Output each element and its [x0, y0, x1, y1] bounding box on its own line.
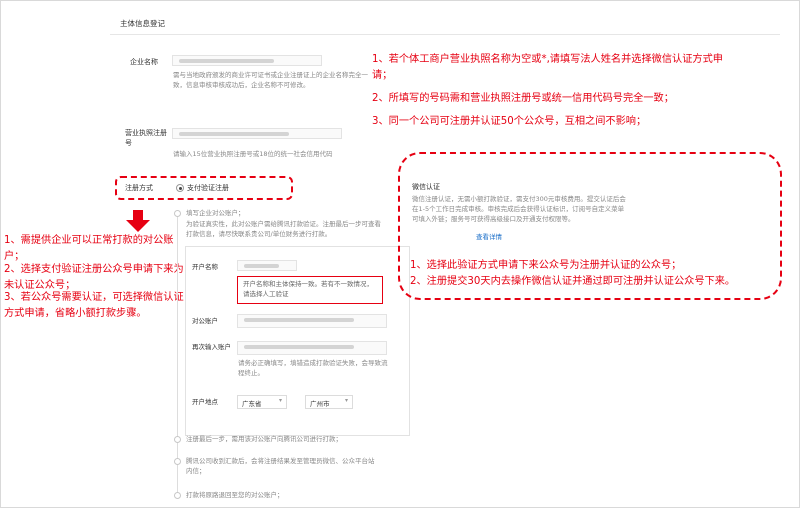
corporate-account-label: 对公账户 — [192, 317, 218, 325]
annotation-left-1: 1、需提供企业可以正常打款的对公账户； — [4, 235, 174, 262]
account-name-tip: 开户名称和主体保持一致。若有不一致情况，请选择人工验证 — [237, 276, 383, 304]
timeline-dot — [174, 210, 181, 217]
section-title: 主体信息登记 — [120, 19, 165, 28]
annotation-right-2: 2、注册提交30天内去操作微信认证并通过即可注册并认证公众号下来。 — [410, 276, 736, 287]
annotation-top-1: 1、若个体工商户营业执照名称为空或*,请填写法人姓名并选择微信认证方式申请； — [372, 54, 723, 81]
enterprise-name-label: 企业名称 — [130, 58, 158, 66]
timeline-dot — [174, 458, 181, 465]
step-4-text: 腾讯公司收到汇款后，会将注册结果发至管理员微信、公众平台站内信； — [186, 457, 375, 475]
wechat-cert-title: 微信认证 — [412, 183, 440, 191]
enterprise-name-hint: 需与当地政府颁发的商业许可证书或企业注册证上的企业名称完全一致，信息审核审核成功… — [173, 71, 368, 89]
step-5-text: 打款将原路退回至您的对公账户； — [186, 491, 284, 499]
license-number-hint: 请输入15位营业执照注册号或18位的统一社会信用代码 — [173, 150, 333, 158]
account-name-label: 开户名称 — [192, 263, 218, 271]
timeline-dot — [174, 492, 181, 499]
wechat-cert-details-link[interactable]: 查看详情 — [476, 233, 502, 243]
province-value: 广东省 — [242, 400, 262, 408]
license-number-input[interactable] — [172, 128, 342, 139]
city-value: 广州市 — [310, 400, 330, 408]
reenter-account-input[interactable] — [237, 341, 387, 355]
payment-verification-radio[interactable] — [176, 184, 184, 192]
timeline-line — [177, 212, 178, 497]
chevron-down-icon: ▾ — [278, 397, 282, 404]
arrow-down-icon — [126, 210, 150, 232]
timeline-dot — [174, 436, 181, 443]
registration-method-label: 注册方式 — [125, 184, 153, 192]
enterprise-name-input[interactable] — [172, 55, 322, 66]
chevron-down-icon: ▾ — [344, 397, 348, 404]
step-3-text: 注册最后一步，需用该对公账户向腾讯公司进行打款； — [186, 435, 342, 443]
account-name-input[interactable] — [237, 260, 297, 271]
divider — [110, 34, 780, 35]
annotation-left-3: 3、若公众号需要认证，可选择微信认证方式申请，省略小额打款步骤。 — [4, 292, 184, 319]
annotation-right-1: 1、选择此验证方式申请下来公众号为注册并认证的公众号； — [410, 260, 682, 271]
reenter-account-label: 再次输入账户 — [192, 343, 231, 351]
reenter-account-hint: 请务必正确填写，填错造成打款验证失败，会导致流程终止。 — [238, 359, 388, 377]
license-number-label: 营业执照注册号 — [125, 129, 167, 148]
corporate-account-input[interactable] — [237, 314, 387, 328]
wechat-cert-body: 微信注册认证，无需小额打款验证，需支付300元审核费用。提交认证后会在1-5个工… — [412, 195, 626, 223]
annotation-top-2: 2、所填写的号码需和营业执照注册号或统一信用代码号完全一致； — [372, 93, 674, 104]
payment-verification-option[interactable]: 支付验证注册 — [187, 183, 229, 193]
annotation-top-3: 3、同一个公司可注册并认证50个公众号，互相之间不影响； — [372, 116, 647, 127]
step-2-text: 为验证真实性，此对公账户需给腾讯打款验证。注册最后一步可查看打款信息，请尽快联系… — [186, 220, 381, 238]
account-location-label: 开户地点 — [192, 398, 218, 406]
annotation-left-2: 2、选择支付验证注册公众号申请下来为未认证公众号； — [4, 264, 184, 291]
province-select[interactable]: 广东省 ▾ — [237, 395, 287, 409]
step-1-text: 填写企业对公账户； — [186, 209, 245, 217]
city-select[interactable]: 广州市 ▾ — [305, 395, 353, 409]
